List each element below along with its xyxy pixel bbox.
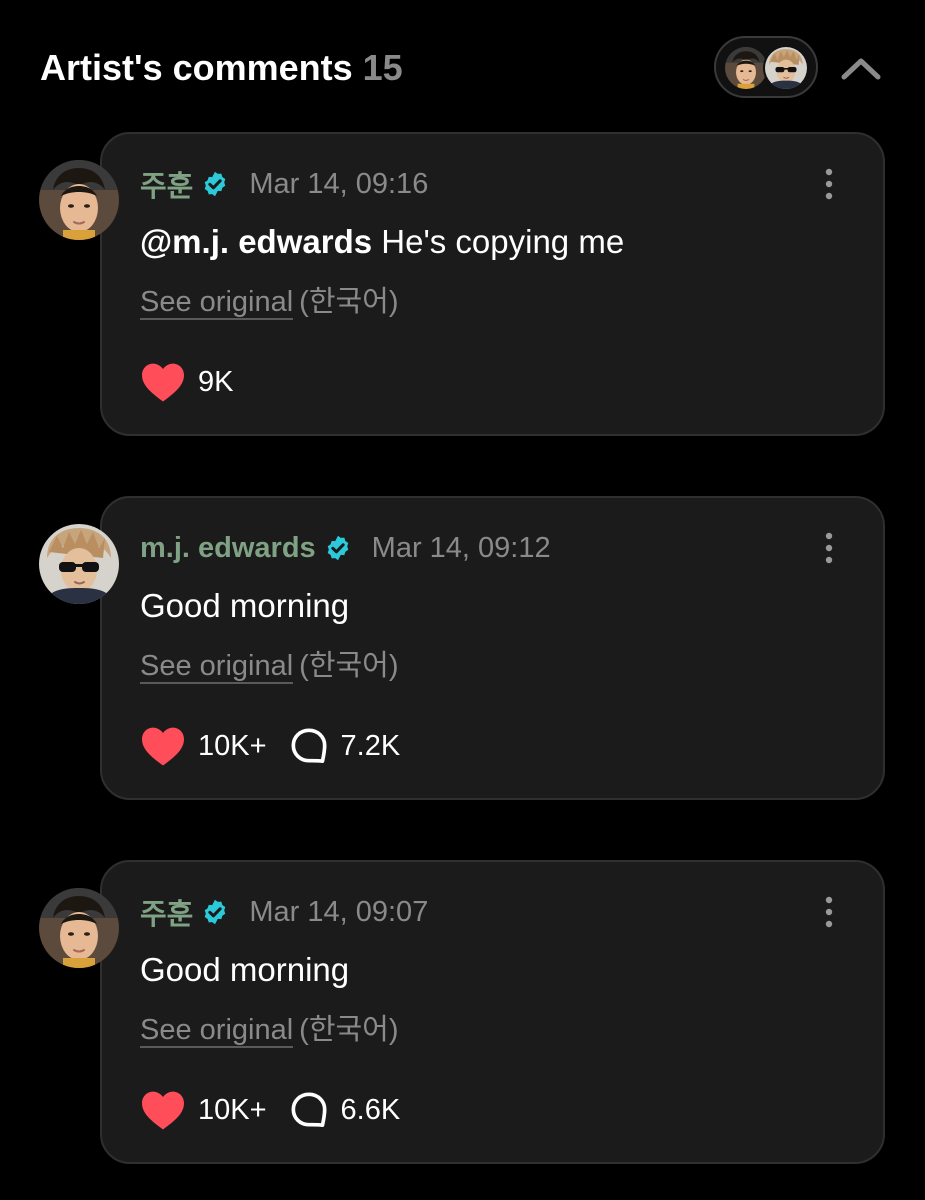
comment-item: 주훈 Mar 14, 09:16 @m.j. edwards He's copy… bbox=[0, 132, 925, 438]
section-title-label: Artist's comments bbox=[40, 47, 353, 88]
comment-timestamp: Mar 14, 09:07 bbox=[249, 895, 429, 928]
comment-count: 15 bbox=[362, 47, 403, 88]
reply-count: 6.6K bbox=[340, 1093, 401, 1126]
chevron-up-icon bbox=[841, 58, 881, 80]
mention-link[interactable]: @m.j. edwards bbox=[140, 223, 372, 260]
reply-count: 7.2K bbox=[340, 729, 401, 762]
comment-item: 주훈 Mar 14, 09:07 Good morning See origin… bbox=[0, 860, 925, 1166]
like-button[interactable]: 10K+ bbox=[140, 725, 267, 767]
original-language: (한국어) bbox=[299, 1014, 399, 1046]
section-title: Artist's comments 15 bbox=[40, 46, 403, 90]
comment-text: Good morning bbox=[140, 951, 350, 988]
more-options-button[interactable] bbox=[817, 530, 841, 566]
comment-text: Good morning bbox=[140, 587, 350, 624]
like-count: 10K+ bbox=[198, 729, 267, 762]
more-options-button[interactable] bbox=[817, 166, 841, 202]
like-count: 10K+ bbox=[198, 1093, 267, 1126]
comment-actions: 9K bbox=[140, 360, 233, 404]
comment-meta: 주훈 Mar 14, 09:16 bbox=[140, 164, 428, 204]
avatar bbox=[763, 45, 809, 91]
like-button[interactable]: 10K+ bbox=[140, 1089, 267, 1131]
comment-actions: 10K+ 7.2K bbox=[140, 724, 400, 768]
author-name[interactable]: m.j. edwards bbox=[140, 532, 316, 565]
reply-button[interactable]: 6.6K bbox=[289, 1090, 401, 1130]
reply-button[interactable]: 7.2K bbox=[289, 726, 401, 766]
collapse-button[interactable] bbox=[836, 44, 886, 90]
like-button[interactable]: 9K bbox=[140, 361, 233, 403]
avatar[interactable] bbox=[39, 888, 119, 968]
comment-meta: m.j. edwards Mar 14, 09:12 bbox=[140, 528, 551, 568]
more-vertical-icon bbox=[817, 530, 841, 566]
comment-card: 주훈 Mar 14, 09:07 Good morning See origin… bbox=[100, 860, 885, 1164]
see-original-link[interactable]: See original bbox=[140, 650, 294, 684]
speech-bubble-icon bbox=[289, 726, 329, 766]
heart-icon bbox=[140, 361, 186, 403]
comment-body: He's copying me bbox=[372, 223, 625, 260]
comment-text: @m.j. edwards He's copying me bbox=[140, 220, 624, 264]
comment-timestamp: Mar 14, 09:16 bbox=[249, 167, 429, 200]
comment-item: m.j. edwards Mar 14, 09:12 Good morning … bbox=[0, 496, 925, 802]
see-original-link[interactable]: See original bbox=[140, 1014, 294, 1048]
avatar[interactable] bbox=[39, 160, 119, 240]
artist-avatar-stack[interactable] bbox=[714, 36, 818, 98]
more-options-button[interactable] bbox=[817, 894, 841, 930]
comment-timestamp: Mar 14, 09:12 bbox=[371, 531, 551, 564]
avatar[interactable] bbox=[39, 524, 119, 604]
comment-card: 주훈 Mar 14, 09:16 @m.j. edwards He's copy… bbox=[100, 132, 885, 436]
see-original-link[interactable]: See original bbox=[140, 286, 294, 320]
comments-header: Artist's comments 15 bbox=[0, 0, 925, 136]
see-original-row: See original (한국어) bbox=[140, 646, 399, 686]
original-language: (한국어) bbox=[299, 650, 399, 682]
speech-bubble-icon bbox=[289, 1090, 329, 1130]
original-language: (한국어) bbox=[299, 286, 399, 318]
comment-card: m.j. edwards Mar 14, 09:12 Good morning … bbox=[100, 496, 885, 800]
heart-icon bbox=[140, 1089, 186, 1131]
verified-badge-icon bbox=[201, 898, 229, 926]
verified-badge-icon bbox=[324, 534, 352, 562]
author-name[interactable]: 주훈 bbox=[140, 891, 193, 933]
see-original-row: See original (한국어) bbox=[140, 282, 399, 322]
more-vertical-icon bbox=[817, 894, 841, 930]
see-original-row: See original (한국어) bbox=[140, 1010, 399, 1050]
heart-icon bbox=[140, 725, 186, 767]
verified-badge-icon bbox=[201, 170, 229, 198]
like-count: 9K bbox=[198, 365, 234, 398]
comment-actions: 10K+ 6.6K bbox=[140, 1088, 400, 1132]
more-vertical-icon bbox=[817, 166, 841, 202]
author-name[interactable]: 주훈 bbox=[140, 163, 193, 205]
comment-meta: 주훈 Mar 14, 09:07 bbox=[140, 892, 428, 932]
